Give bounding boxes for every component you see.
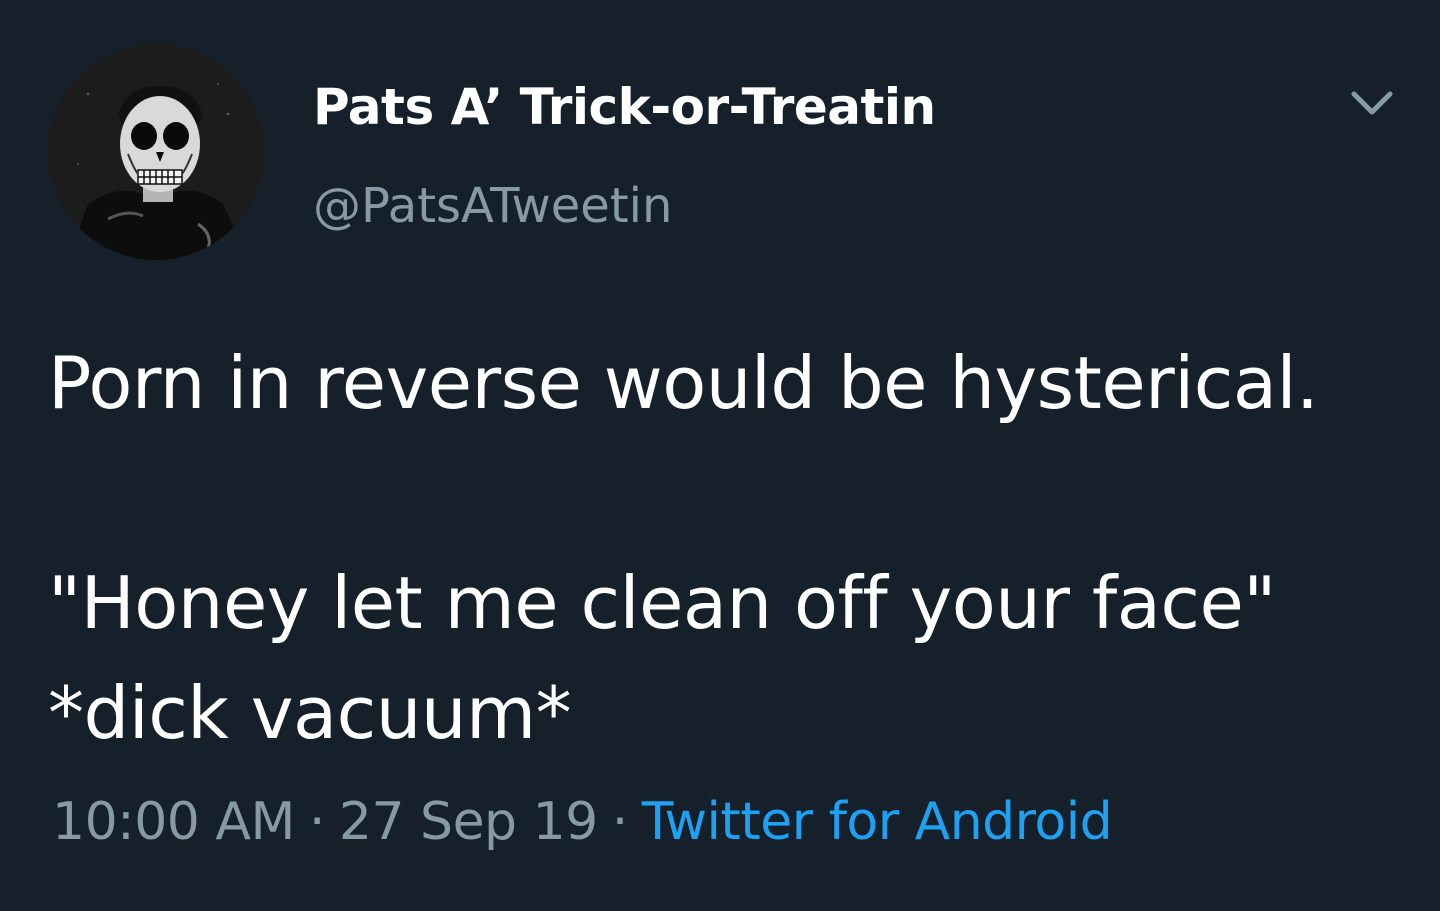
avatar[interactable] xyxy=(48,44,264,260)
separator: · xyxy=(611,792,629,852)
tweet-metadata: 10:00 AM · 27 Sep 19 · Twitter for Android xyxy=(52,792,1113,852)
skull-face-avatar-icon xyxy=(48,44,264,260)
tweet-source-link[interactable]: Twitter for Android xyxy=(642,792,1113,852)
tweet-date[interactable]: 27 Sep 19 xyxy=(339,792,598,852)
tweet-text: Porn in reverse would be hysterical. "Ho… xyxy=(48,341,1319,755)
tweet-card: Pats A’ Trick-or-Treatin @PatsATweetin P… xyxy=(0,0,1440,911)
separator: · xyxy=(308,792,326,852)
chevron-down-icon[interactable] xyxy=(1348,84,1396,124)
tweet-time[interactable]: 10:00 AM xyxy=(52,792,295,852)
user-handle[interactable]: @PatsATweetin xyxy=(313,178,672,234)
display-name[interactable]: Pats A’ Trick-or-Treatin xyxy=(313,78,936,136)
